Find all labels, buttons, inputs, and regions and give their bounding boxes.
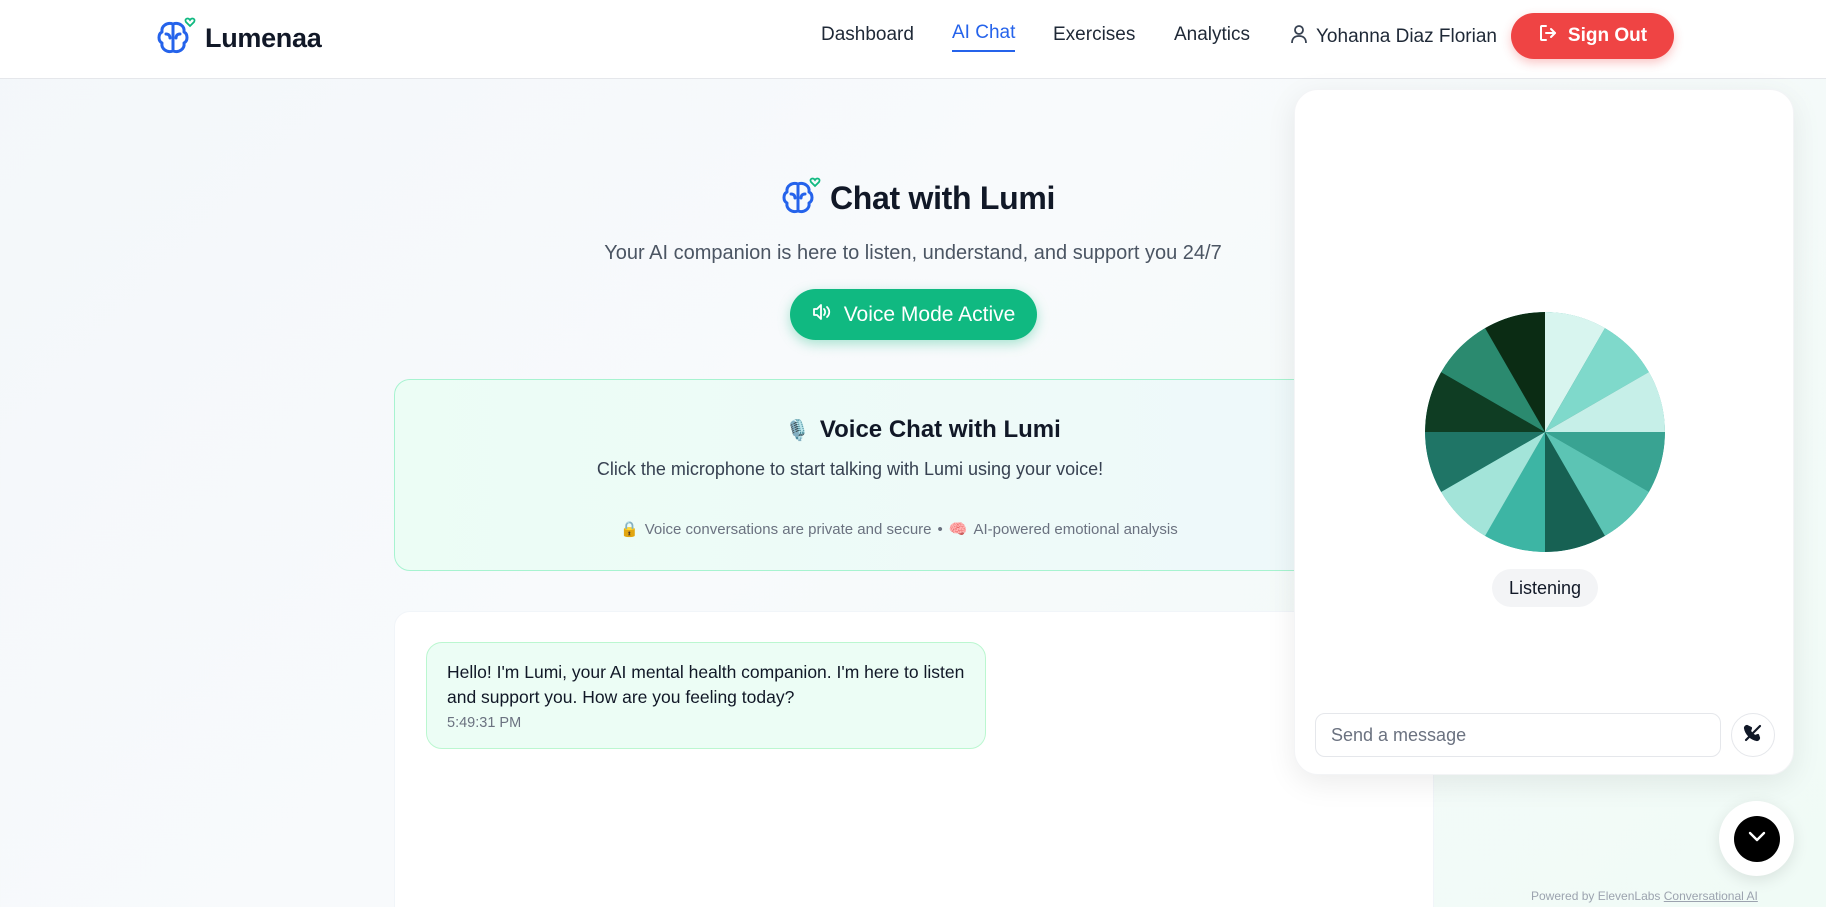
brain-heart-icon — [155, 14, 197, 63]
nav-exercises[interactable]: Exercises — [1053, 24, 1135, 46]
chevron-down-icon — [1747, 830, 1767, 848]
voice-card-title: Voice Chat with Lumi — [819, 416, 1061, 443]
user-icon — [1290, 24, 1308, 50]
message-text: Hello! I'm Lumi, your AI mental health c… — [447, 662, 965, 707]
end-call-button[interactable] — [1731, 713, 1775, 757]
assistant-message: Hello! I'm Lumi, your AI mental health c… — [426, 642, 986, 749]
nav-ai-chat[interactable]: AI Chat — [952, 22, 1016, 52]
page-title: Chat with Lumi — [830, 180, 1056, 216]
page-title-group: Chat with Lumi — [780, 174, 1055, 223]
powered-by: Powered by ElevenLabs Conversational AI — [1531, 889, 1758, 903]
widget-toggle-wrapper — [1719, 801, 1794, 876]
brain-icon: 🧠 — [948, 521, 968, 538]
sign-out-label: Sign Out — [1567, 25, 1648, 46]
user-profile[interactable]: Yohanna Diaz Florian — [1290, 24, 1497, 50]
ai-note: AI-powered emotional analysis — [973, 520, 1178, 538]
logout-icon — [1538, 23, 1558, 49]
voice-widget-panel: Listening — [1294, 89, 1794, 775]
note-separator: • — [937, 520, 943, 538]
phone-off-icon — [1743, 723, 1763, 748]
powered-by-text: Powered by ElevenLabs — [1531, 889, 1661, 903]
listening-status: Listening — [1492, 569, 1598, 607]
voice-card-description: Click the microphone to start talking wi… — [596, 459, 1104, 479]
chat-messages-panel[interactable]: Hello! I'm Lumi, your AI mental health c… — [394, 611, 1434, 907]
voice-mode-button[interactable]: Voice Mode Active — [790, 289, 1037, 340]
widget-toggle-button[interactable] — [1733, 815, 1780, 862]
lock-icon: 🔒 — [620, 521, 639, 538]
microphone-icon: 🎙️ — [785, 419, 810, 442]
voice-card-heading: 🎙️ Voice Chat with Lumi — [785, 416, 1061, 444]
voice-card-note: 🔒 Voice conversations are private and se… — [620, 520, 1178, 539]
nav-analytics[interactable]: Analytics — [1174, 24, 1250, 46]
brain-heart-icon — [780, 174, 822, 223]
powered-by-link[interactable]: Conversational AI — [1664, 889, 1758, 903]
voice-chat-card: 🎙️ Voice Chat with Lumi Click the microp… — [394, 379, 1434, 571]
voice-orb[interactable] — [1425, 312, 1665, 552]
nav-dashboard[interactable]: Dashboard — [821, 24, 914, 46]
message-timestamp: 5:49:31 PM — [447, 715, 522, 731]
brand[interactable]: Lumenaa — [155, 14, 322, 63]
privacy-note: Voice conversations are private and secu… — [644, 520, 932, 538]
voice-mode-label: Voice Mode Active — [843, 302, 1016, 326]
brand-name: Lumenaa — [205, 23, 322, 53]
speaker-icon — [812, 303, 832, 327]
page-subtitle-text: Your AI companion is here to listen, und… — [604, 242, 1222, 264]
sign-out-button[interactable]: Sign Out — [1511, 13, 1674, 59]
message-input[interactable] — [1315, 713, 1721, 757]
user-name: Yohanna Diaz Florian — [1316, 26, 1497, 47]
top-navbar: Lumenaa Dashboard AI Chat Exercises Anal… — [0, 0, 1826, 79]
